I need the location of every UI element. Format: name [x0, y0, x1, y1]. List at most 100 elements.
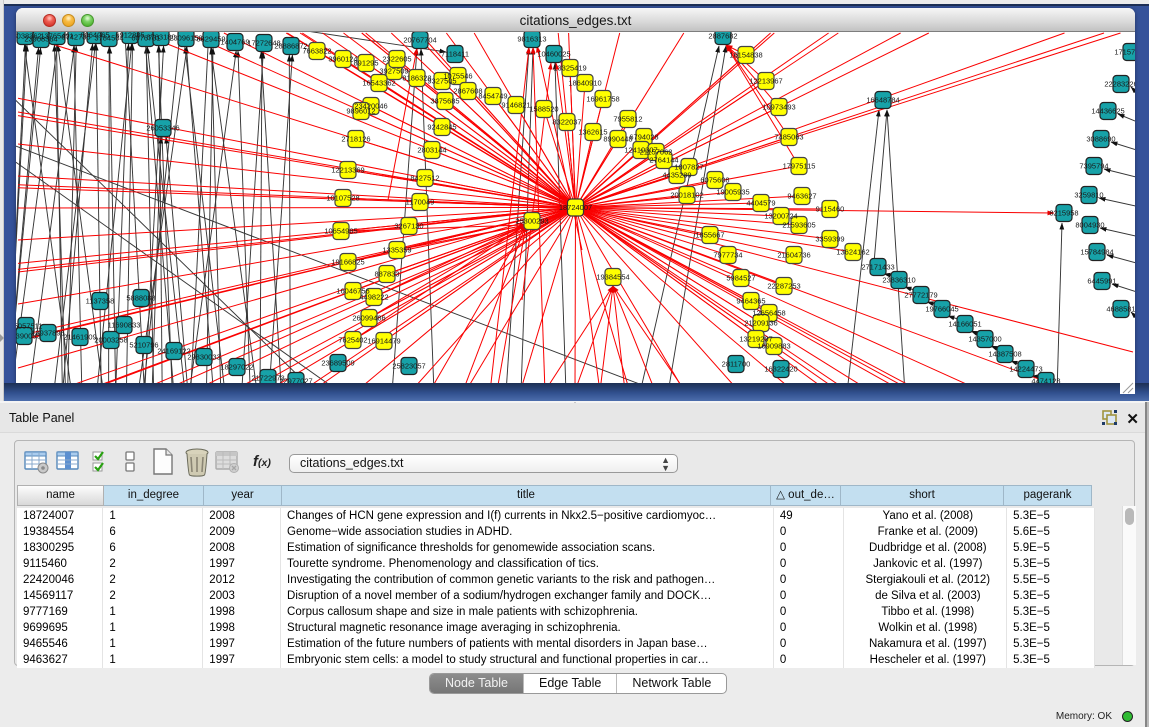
- svg-text:22283226: 22283226: [1104, 80, 1135, 89]
- svg-text:13624162: 13624162: [836, 248, 869, 257]
- svg-text:7977734: 7977734: [713, 251, 742, 260]
- svg-text:17975115: 17975115: [783, 162, 816, 171]
- svg-text:18724007: 18724007: [559, 203, 592, 212]
- svg-text:10654985: 10654985: [324, 227, 357, 236]
- svg-text:2887682: 2887682: [708, 32, 737, 41]
- svg-text:6445991: 6445991: [1087, 277, 1116, 286]
- svg-text:1170049: 1170049: [406, 198, 435, 207]
- svg-text:14166051: 14166051: [948, 320, 981, 329]
- svg-text:9146821: 9146821: [501, 101, 530, 110]
- svg-text:8215958: 8215958: [1049, 209, 1078, 218]
- svg-text:20767704: 20767704: [403, 36, 436, 45]
- svg-text:26099486: 26099486: [352, 314, 385, 323]
- svg-text:8004930: 8004930: [1075, 221, 1104, 230]
- svg-text:16543362: 16543362: [362, 79, 395, 88]
- svg-text:9242845: 9242845: [427, 123, 456, 132]
- svg-text:4688581: 4688581: [1106, 305, 1135, 314]
- svg-text:7663822: 7663822: [302, 47, 331, 56]
- svg-text:9816313: 9816313: [517, 35, 546, 44]
- svg-text:20003258: 20003258: [94, 336, 127, 345]
- svg-text:10973493: 10973493: [762, 103, 795, 112]
- svg-text:16909883: 16909883: [757, 342, 790, 351]
- svg-text:2322605: 2322605: [382, 55, 411, 64]
- svg-text:13200724: 13200724: [764, 212, 797, 221]
- svg-text:1855667: 1855667: [695, 231, 724, 240]
- svg-text:24169122: 24169122: [157, 347, 190, 356]
- svg-text:21461909: 21461909: [63, 333, 96, 342]
- svg-text:9464365: 9464365: [736, 297, 765, 306]
- svg-text:9463627: 9463627: [787, 192, 816, 201]
- svg-text:19766045: 19766045: [925, 305, 958, 314]
- svg-text:2718126: 2718126: [341, 135, 370, 144]
- svg-text:20018102: 20018102: [670, 191, 703, 200]
- svg-text:5888088: 5888088: [126, 294, 155, 303]
- svg-text:14387508: 14387508: [988, 350, 1021, 359]
- svg-text:14224473: 14224473: [1009, 365, 1042, 374]
- svg-text:16648784: 16648784: [866, 96, 899, 105]
- svg-text:15784984: 15784984: [1080, 248, 1113, 257]
- svg-text:4404579: 4404579: [746, 199, 775, 208]
- svg-text:16154838: 16154838: [729, 51, 762, 60]
- svg-text:6075608: 6075608: [700, 176, 729, 185]
- svg-text:14357000: 14357000: [968, 335, 1001, 344]
- svg-text:12656458: 12656458: [752, 309, 785, 318]
- svg-text:12213967: 12213967: [749, 77, 782, 86]
- svg-text:6794028: 6794028: [629, 133, 658, 142]
- svg-text:13325419: 13325419: [553, 64, 586, 73]
- svg-text:18297022: 18297022: [220, 363, 253, 372]
- svg-text:10460025: 10460025: [537, 50, 570, 59]
- svg-text:19384554: 19384554: [596, 273, 629, 282]
- svg-text:7118411: 7118411: [441, 50, 469, 59]
- svg-text:8990448: 8990448: [603, 135, 632, 144]
- svg-text:1007827: 1007827: [674, 163, 703, 172]
- svg-text:17157224: 17157224: [1114, 48, 1135, 57]
- svg-text:5984527: 5984527: [726, 274, 755, 283]
- svg-text:2803144: 2803144: [417, 146, 446, 155]
- svg-text:1137358: 1137358: [86, 297, 115, 306]
- svg-text:25823057: 25823057: [392, 362, 425, 371]
- svg-text:1404769: 1404769: [220, 38, 249, 47]
- svg-text:9896012: 9896012: [346, 107, 375, 116]
- svg-text:21593605: 21593605: [782, 221, 815, 230]
- svg-text:891295: 891295: [353, 59, 378, 68]
- svg-text:14436625: 14436625: [1091, 107, 1124, 116]
- svg-text:2811700: 2811700: [722, 360, 751, 369]
- svg-text:26053346: 26053346: [146, 124, 179, 133]
- svg-text:8454749: 8454749: [478, 92, 507, 101]
- svg-text:22287253: 22287253: [767, 282, 800, 291]
- svg-text:27171433: 27171433: [861, 263, 894, 272]
- svg-text:7395794: 7395794: [1079, 162, 1108, 171]
- svg-text:12213369: 12213369: [331, 166, 364, 175]
- svg-text:18640910: 18640910: [568, 79, 601, 88]
- svg-text:23689509: 23689509: [321, 359, 354, 368]
- svg-text:21209136: 21209136: [744, 319, 777, 328]
- svg-text:13390093: 13390093: [16, 332, 41, 341]
- svg-text:3267130: 3267130: [394, 222, 423, 231]
- svg-text:7955812: 7955812: [613, 115, 642, 124]
- svg-text:16322420: 16322420: [764, 365, 797, 374]
- svg-text:8322037: 8322037: [552, 118, 581, 127]
- svg-text:4435289: 4435289: [662, 171, 691, 180]
- svg-text:29830033: 29830033: [187, 353, 220, 362]
- svg-text:9115460: 9115460: [816, 205, 845, 214]
- svg-text:7485063: 7485063: [774, 133, 803, 142]
- svg-text:10107528: 10107528: [326, 194, 359, 203]
- svg-text:7625402: 7625402: [338, 336, 367, 345]
- svg-text:25300293: 25300293: [515, 217, 548, 226]
- svg-text:5210796: 5210796: [129, 341, 158, 350]
- svg-text:11690833: 11690833: [108, 321, 141, 330]
- svg-text:23836310: 23836310: [882, 276, 915, 285]
- svg-text:16914479: 16914479: [367, 337, 400, 346]
- svg-text:19005935: 19005935: [716, 188, 749, 197]
- svg-text:16961758: 16961758: [586, 95, 619, 104]
- svg-text:3259810: 3259810: [1074, 191, 1103, 200]
- svg-text:4498222: 4498222: [359, 293, 388, 302]
- svg-text:27772179: 27772179: [904, 291, 937, 300]
- svg-text:19166825: 19166825: [331, 258, 364, 267]
- svg-text:3088690: 3088690: [1086, 135, 1115, 144]
- svg-text:3875685: 3875685: [430, 97, 459, 106]
- svg-text:1335359: 1335359: [382, 246, 411, 255]
- svg-text:1075546: 1075546: [443, 72, 472, 81]
- svg-text:8427512: 8427512: [410, 174, 439, 183]
- svg-text:3359399: 3359399: [815, 235, 844, 244]
